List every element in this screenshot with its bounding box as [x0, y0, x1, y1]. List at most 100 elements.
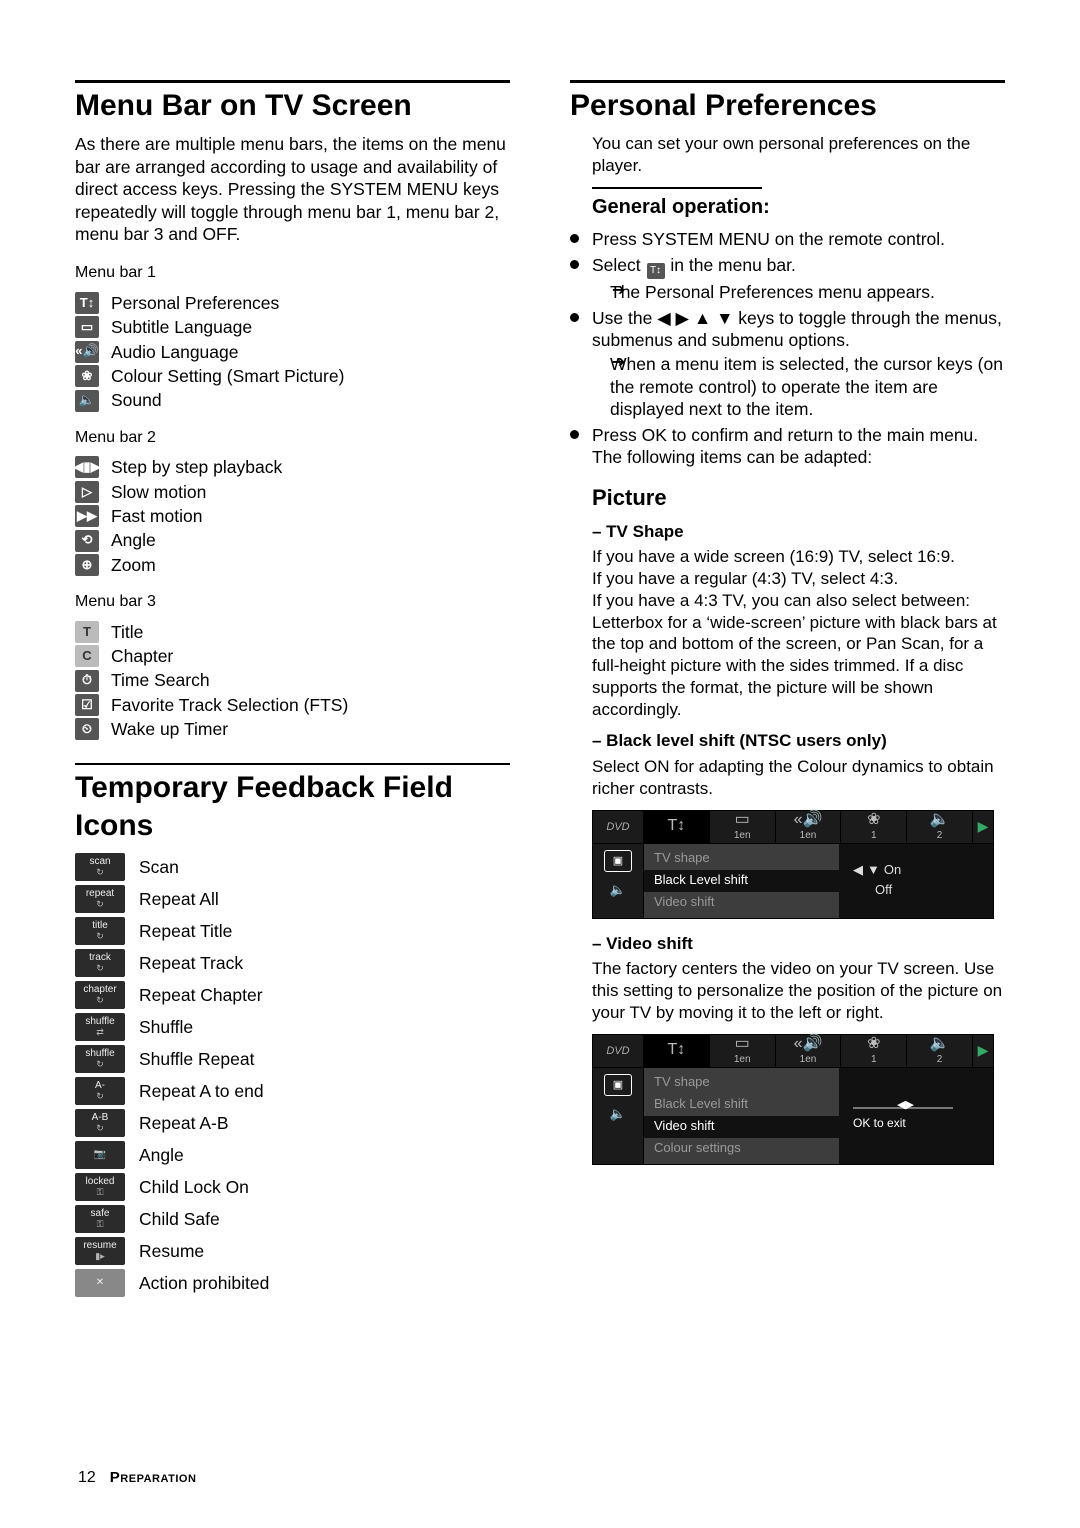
- repeat-chapter-badge-icon: chapter↻: [75, 981, 125, 1009]
- osd-item-tv-shape: TV shape: [644, 1072, 839, 1094]
- page-footer: 12 Preparation: [78, 1468, 196, 1488]
- menu-bar-1-list: T↕Personal Preferences ▭Subtitle Languag…: [75, 292, 510, 412]
- osd-tab-prefs-icon: T↕: [644, 811, 710, 843]
- right-arrow-icon: ▶: [676, 308, 689, 328]
- list-item: Colour Setting (Smart Picture): [111, 365, 344, 387]
- list-item: Repeat A to end: [139, 1080, 264, 1102]
- osd-item-black-level: Black Level shift: [644, 1094, 839, 1116]
- prohibited-badge-icon: ✕: [75, 1269, 125, 1297]
- osd-option-off: Off: [875, 882, 892, 899]
- step-playback-icon: ◀▮▶: [75, 456, 99, 478]
- osd-tab-prefs-icon: T↕: [644, 1035, 710, 1067]
- list-item: Angle: [111, 529, 156, 551]
- step-press-system-menu: Press SYSTEM MENU on the remote control.: [570, 228, 1005, 250]
- list-item: Angle: [139, 1144, 184, 1166]
- menu-bar-1-title: Menu bar 1: [75, 263, 510, 283]
- child-safe-badge-icon: safe⚿: [75, 1205, 125, 1233]
- video-shift-title: – Video shift: [592, 933, 1005, 955]
- step-press-ok: Press OK to confirm and return to the ma…: [570, 424, 1005, 469]
- heading-personal-preferences: Personal Preferences: [570, 80, 1005, 125]
- repeat-all-badge-icon: repeat↻: [75, 885, 125, 913]
- resume-badge-icon: resume▮▸: [75, 1237, 125, 1265]
- list-item: Action prohibited: [139, 1272, 269, 1294]
- rule: [592, 187, 762, 189]
- osd-tab-subtitle-icon: ▭1en: [710, 1035, 776, 1067]
- osd-nav-right-icon: ▶: [973, 1042, 993, 1060]
- general-operation-steps: Press SYSTEM MENU on the remote control.…: [570, 228, 1005, 468]
- fts-icon: ☑: [75, 694, 99, 716]
- menu-bar-3-title: Menu bar 3: [75, 592, 510, 612]
- osd-slider: [853, 1107, 953, 1109]
- osd-side-picture-icon: ▣: [604, 1074, 632, 1096]
- subtitle-lang-icon: ▭: [75, 316, 99, 338]
- osd-tab-audio-icon: «🔊1en: [776, 1035, 842, 1067]
- time-search-icon: ⏱: [75, 670, 99, 692]
- title-icon: T: [75, 621, 99, 643]
- personal-prefs-inline-icon: T↕: [647, 263, 665, 279]
- shuffle-badge-icon: shuffle⇄: [75, 1013, 125, 1041]
- list-item: Child Safe: [139, 1208, 220, 1230]
- colour-setting-icon: ❀: [75, 365, 99, 387]
- repeat-track-badge-icon: track↻: [75, 949, 125, 977]
- personal-prefs-intro: You can set your own personal preference…: [592, 133, 1005, 177]
- list-item: Repeat A-B: [139, 1112, 229, 1134]
- list-item: Repeat All: [139, 888, 219, 910]
- osd-tab-sound-icon: 🔈2: [907, 811, 973, 843]
- scan-badge-icon: scan↻: [75, 853, 125, 881]
- osd-tab-colour-icon: ❀1: [841, 1035, 907, 1067]
- repeat-title-badge-icon: title↻: [75, 917, 125, 945]
- osd-black-level: DVD T↕ ▭1en «🔊1en ❀1 🔈2 ▶ ▣ 🔈 TV shape B…: [592, 810, 994, 919]
- dvd-logo-icon: DVD: [593, 811, 644, 843]
- list-item: Scan: [139, 856, 179, 878]
- tv-shape-title: – TV Shape: [592, 521, 1005, 543]
- heading-menu-bar: Menu Bar on TV Screen: [75, 80, 510, 125]
- list-item: Title: [111, 621, 143, 643]
- list-item: Zoom: [111, 554, 156, 576]
- osd-side-sound-icon: 🔈: [610, 882, 626, 899]
- shuffle-repeat-badge-icon: shuffle↻: [75, 1045, 125, 1073]
- child-lock-on-badge-icon: locked⚿: [75, 1173, 125, 1201]
- page-number: 12: [78, 1468, 96, 1488]
- sound-icon: 🔈: [75, 390, 99, 412]
- list-item: Time Search: [111, 669, 210, 691]
- osd-side-sound-icon: 🔈: [610, 1106, 626, 1123]
- list-item: Wake up Timer: [111, 718, 228, 740]
- list-item: Repeat Chapter: [139, 984, 263, 1006]
- chapter-icon: C: [75, 645, 99, 667]
- list-item: Chapter: [111, 645, 173, 667]
- osd-ok-hint: OK to exit: [853, 1116, 906, 1131]
- list-item: Audio Language: [111, 341, 238, 363]
- down-arrow-icon: ▼: [716, 308, 733, 328]
- list-item: Step by step playback: [111, 456, 282, 478]
- wake-timer-icon: ⏲: [75, 718, 99, 740]
- list-item: Sound: [111, 389, 162, 411]
- osd-nav-right-icon: ▶: [973, 818, 993, 836]
- list-item: Favorite Track Selection (FTS): [111, 694, 348, 716]
- osd-item-video-shift: Video shift: [644, 892, 839, 914]
- menu-bar-intro: As there are multiple menu bars, the ite…: [75, 133, 510, 245]
- video-shift-body: The factory centers the video on your TV…: [592, 958, 1005, 1023]
- black-level-body: Select ON for adapting the Colour dynami…: [592, 756, 1005, 800]
- list-item: Personal Preferences: [111, 292, 279, 314]
- slow-motion-icon: ▷: [75, 481, 99, 503]
- zoom-icon: ⊕: [75, 554, 99, 576]
- tv-shape-body: If you have a wide screen (16:9) TV, sel…: [592, 546, 1005, 720]
- feedback-icon-list: scan↻ Scan repeat↻ Repeat All title↻ Repeat…: [75, 853, 510, 1297]
- black-level-title: – Black level shift (NTSC users only): [592, 730, 1005, 752]
- list-item: Repeat Title: [139, 920, 232, 942]
- menu-bar-2-title: Menu bar 2: [75, 428, 510, 448]
- audio-lang-icon: «🔊: [75, 341, 99, 363]
- osd-tab-sound-icon: 🔈2: [907, 1035, 973, 1067]
- repeat-a-badge-icon: A-↻: [75, 1077, 125, 1105]
- osd-tab-subtitle-icon: ▭1en: [710, 811, 776, 843]
- osd-side-picture-icon: ▣: [604, 850, 632, 872]
- osd-tab-colour-icon: ❀1: [841, 811, 907, 843]
- list-item: Repeat Track: [139, 952, 243, 974]
- picture-title: Picture: [592, 484, 1005, 512]
- fast-motion-icon: ▶▶: [75, 505, 99, 527]
- menu-bar-3-list: T Title C Chapter ⏱ Time Search ☑ Favorite T…: [75, 621, 510, 741]
- left-arrow-icon: ◀: [657, 308, 670, 328]
- list-item: Shuffle Repeat: [139, 1048, 254, 1070]
- up-arrow-icon: ▲: [694, 308, 711, 328]
- general-operation-title: General operation:: [592, 195, 1005, 221]
